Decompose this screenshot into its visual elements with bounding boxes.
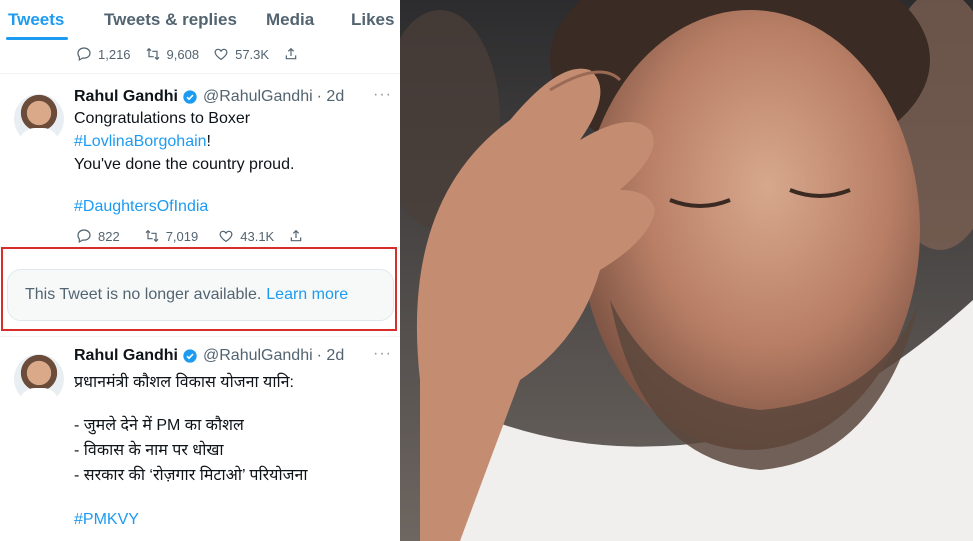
tweet-action-bar: 1,216 9,608 57.3K [76,44,319,64]
divider [0,336,400,337]
tweet-text-line: - सरकार की ‘रोज़गार मिटाओ’ परियोजना [74,467,308,484]
news-photo [400,0,973,541]
tweet-text-line: - जुमले देने में PM का कौशल [74,417,244,434]
tweet-text-line: You've done the country proud. [74,156,295,173]
photo-illustration [400,0,973,541]
hashtag-link[interactable]: #PMKVY [74,508,139,531]
tweet-time[interactable]: · 2d [317,347,345,365]
unavailable-tweet-notice: This Tweet is no longer available. Learn… [7,269,394,321]
like-count: 57.3K [235,46,270,62]
twitter-profile-timeline: Tweets Tweets & replies Media Likes 1,21… [0,0,400,541]
like-button[interactable]: 57.3K [213,46,269,62]
tweet-text-line: #LovlinaBorgohain! [74,130,211,153]
author-name[interactable]: Rahul Gandhi [74,88,178,106]
more-options-icon[interactable]: ··· [373,86,392,104]
retweet-icon [146,47,159,61]
tab-media[interactable]: Media [266,10,314,30]
hashtag-link[interactable]: #DaughtersOfIndia [74,195,208,218]
more-options-icon[interactable]: ··· [373,345,392,363]
reply-icon [77,229,91,244]
tweet-action-bar: 822 7,019 43.1K [76,226,324,246]
share-icon [290,229,302,242]
author-name[interactable]: Rahul Gandhi [74,347,178,365]
reply-button[interactable]: 1,216 [76,46,131,62]
author-handle[interactable]: @RahulGandhi [203,347,313,365]
heart-icon [214,48,228,61]
tweet-header: Rahul Gandhi @RahulGandhi · 2d [74,88,344,106]
tweet-header: Rahul Gandhi @RahulGandhi · 2d [74,347,344,365]
verified-badge-icon [183,349,197,363]
reply-icon [77,47,91,62]
tweet-text-line: Congratulations to Boxer [74,110,251,127]
share-button[interactable] [283,46,305,62]
heart-icon [219,230,233,243]
author-handle[interactable]: @RahulGandhi [203,88,313,106]
hashtag-text[interactable]: #PMKVY [74,511,139,528]
retweet-count: 7,019 [165,228,199,244]
verified-badge-icon [183,90,197,104]
retweet-count: 9,608 [166,46,200,62]
unavailable-message: This Tweet is no longer available. [25,286,262,303]
like-count: 43.1K [240,228,275,244]
retweet-icon [145,229,159,243]
active-tab-indicator [6,37,68,40]
tab-tweets-replies[interactable]: Tweets & replies [104,10,237,30]
share-icon [285,47,297,60]
hashtag-text[interactable]: #DaughtersOfIndia [74,198,208,215]
hashtag-link[interactable]: #LovlinaBorgohain [74,133,207,150]
tab-likes[interactable]: Likes [351,10,394,30]
tab-tweets[interactable]: Tweets [8,10,64,30]
tweet-time[interactable]: · 2d [317,88,345,106]
retweet-button[interactable]: 7,019 [144,228,199,244]
tweet-text-line: प्रधानमंत्री कौशल विकास योजना यानि: [74,374,294,391]
reply-count: 1,216 [98,46,131,62]
reply-count: 822 [98,228,120,244]
reply-button[interactable]: 822 [76,228,120,244]
like-button[interactable]: 43.1K [218,228,274,244]
share-button[interactable] [288,228,310,244]
tweet-text-line: - विकास के नाम पर धोखा [74,442,224,459]
avatar[interactable] [14,94,64,144]
learn-more-link[interactable]: Learn more [266,286,348,304]
avatar[interactable] [14,354,64,404]
tweet-text: ! [206,133,211,150]
profile-tabs: Tweets Tweets & replies Media Likes [0,0,400,40]
retweet-button[interactable]: 9,608 [145,46,200,62]
divider [0,73,400,74]
